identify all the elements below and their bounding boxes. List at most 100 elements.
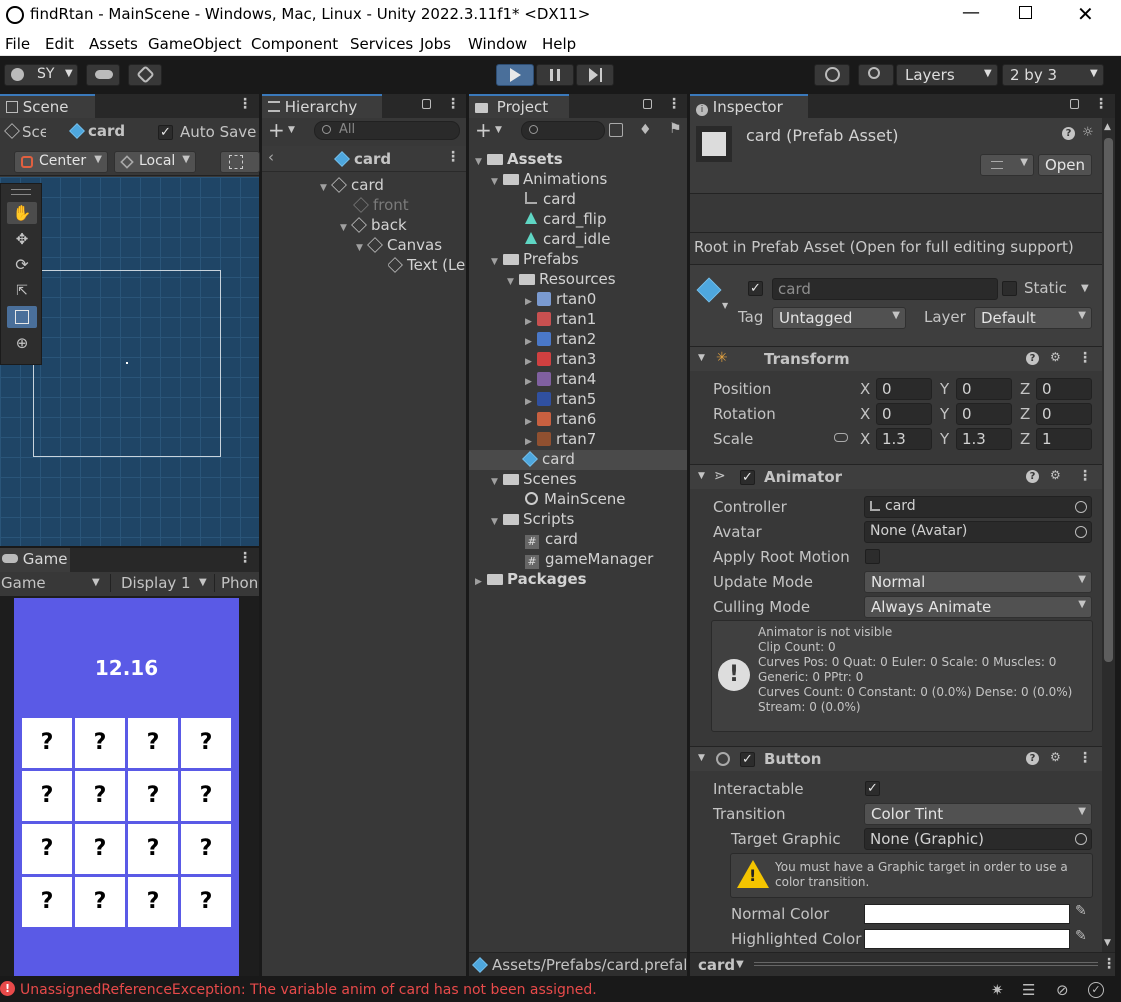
tree-rtan[interactable]: ▶ rtan1 (525, 310, 596, 330)
tab-project[interactable]: Project (469, 94, 569, 118)
space-dropdown[interactable]: Local ▼ (114, 151, 196, 173)
card-tile[interactable]: ? (181, 718, 231, 768)
tab-scene[interactable]: Scene (0, 94, 95, 118)
name-field[interactable]: card (772, 278, 998, 300)
hierarchy-search-input[interactable]: All (314, 121, 460, 140)
chevron-down-icon[interactable]: ▼ (722, 301, 728, 310)
minimize-icon[interactable]: — (962, 2, 980, 23)
preview-resize-handle[interactable] (754, 962, 1098, 966)
card-tile[interactable]: ? (181, 771, 231, 821)
rect-tool-icon[interactable] (7, 306, 37, 328)
scale-tool-icon[interactable]: ⇱ (7, 280, 37, 302)
rot-z-field[interactable]: 0 (1036, 403, 1092, 425)
menu-file[interactable]: File (5, 35, 30, 53)
project-search-input[interactable] (521, 121, 605, 140)
tree-rtan[interactable]: ▶ rtan2 (525, 330, 596, 350)
pause-button[interactable] (536, 64, 574, 86)
cache-icon[interactable]: ☰ (1022, 981, 1035, 999)
collab-button[interactable] (128, 64, 162, 86)
controller-field[interactable]: card (864, 496, 1092, 518)
chevron-down-icon[interactable]: ▼ (495, 125, 502, 135)
card-tile[interactable]: ? (75, 718, 125, 768)
history-button[interactable] (814, 64, 850, 86)
progress-check-icon[interactable]: ✓ (1088, 982, 1104, 998)
layers-dropdown[interactable]: Layers ▼ (896, 64, 998, 86)
tree-rtan[interactable]: ▶ rtan7 (525, 430, 596, 450)
menu-component[interactable]: Component (251, 35, 338, 53)
culling-mode-dropdown[interactable]: Always Animate ▼ (864, 596, 1092, 618)
pos-x-field[interactable]: 0 (876, 378, 932, 400)
preset-icon[interactable]: ⚙ (1050, 350, 1061, 364)
filter-label-icon[interactable]: ♦ (639, 122, 652, 138)
lock-icon[interactable] (1070, 99, 1079, 109)
preset-icon[interactable]: ☼ (1082, 125, 1094, 140)
card-tile[interactable]: ? (22, 877, 72, 927)
lock-icon[interactable] (422, 99, 431, 109)
more-options-icon[interactable]: ⋮ (1094, 96, 1108, 112)
menu-gameobject[interactable]: GameObject (148, 35, 242, 53)
tag-icon[interactable]: ⚑ (669, 121, 682, 137)
menu-assets[interactable]: Assets (89, 35, 138, 53)
display-dropdown[interactable]: Display 1 ▼ (110, 574, 214, 592)
object-picker-icon[interactable] (1075, 526, 1087, 538)
scroll-thumb[interactable] (1104, 138, 1113, 662)
tree-scenes[interactable]: ▼ Scenes (491, 470, 577, 490)
lock-icon[interactable] (643, 99, 652, 109)
transition-dropdown[interactable]: Color Tint ▼ (864, 803, 1092, 825)
tree-rtan[interactable]: ▶ rtan5 (525, 390, 596, 410)
close-icon[interactable]: ✕ (1077, 2, 1094, 26)
card-tile[interactable]: ? (75, 824, 125, 874)
open-button[interactable]: Open (1038, 154, 1092, 176)
scroll-up-icon[interactable]: ▲ (1104, 122, 1111, 132)
cloud-button[interactable] (86, 64, 120, 86)
button-header[interactable]: ▼ ✓ Button ? ⚙ ⋮ (690, 746, 1115, 771)
back-arrow-icon[interactable]: ‹ (268, 148, 274, 166)
scale-x-field[interactable]: 1.3 (876, 428, 932, 450)
menu-jobs[interactable]: Jobs (420, 35, 451, 53)
chevron-down-icon[interactable]: ▼ (1081, 283, 1089, 294)
network-icon[interactable]: ⊘ (1056, 981, 1069, 999)
hierarchy-item-card[interactable]: ▼ card (320, 176, 384, 196)
step-button[interactable] (576, 64, 614, 86)
tree-prefabs[interactable]: ▼ Prefabs (491, 250, 579, 270)
layer-dropdown[interactable]: Default ▼ (974, 307, 1092, 329)
menu-edit[interactable]: Edit (45, 35, 74, 53)
tree-rtan[interactable]: ▶ rtan4 (525, 370, 596, 390)
menu-help[interactable]: Help (542, 35, 576, 53)
hand-tool-icon[interactable]: ✋ (7, 202, 37, 224)
card-tile[interactable]: ? (22, 718, 72, 768)
more-options-icon[interactable]: ⋮ (238, 96, 252, 112)
breadcrumb-prefab[interactable]: card (88, 122, 125, 140)
tree-animations[interactable]: ▼ Animations (491, 170, 607, 190)
preset-icon[interactable]: ⚙ (1050, 468, 1061, 482)
apply-root-motion-checkbox[interactable] (865, 549, 880, 564)
pivot-dropdown[interactable]: Center ▼ (14, 151, 108, 173)
card-tile[interactable]: ? (128, 718, 178, 768)
transform-header[interactable]: ▼ ✳ Transform ? ⚙ ⋮ (690, 346, 1115, 371)
game-view[interactable]: 12.16 ???????????????? (14, 598, 239, 976)
card-tile[interactable]: ? (22, 771, 72, 821)
move-tool-icon[interactable]: ✥ (7, 228, 37, 250)
more-options-icon[interactable]: ⋮ (667, 96, 681, 112)
tree-anim-flip[interactable]: card_flip (525, 210, 607, 230)
button-enabled-checkbox[interactable]: ✓ (740, 752, 755, 767)
maximize-icon[interactable] (1019, 6, 1032, 19)
pos-y-field[interactable]: 0 (956, 378, 1012, 400)
active-checkbox[interactable]: ✓ (748, 281, 763, 296)
tree-resources[interactable]: ▼ Resources (507, 270, 616, 290)
more-options-icon[interactable]: ⋮ (238, 550, 252, 566)
tab-inspector[interactable]: i Inspector (690, 94, 808, 118)
hierarchy-item-front[interactable]: front (353, 196, 409, 216)
hierarchy-item-text[interactable]: Text (Le (388, 256, 466, 276)
more-options-icon[interactable]: ⋮ (1078, 350, 1092, 366)
play-button[interactable] (496, 64, 534, 86)
highlighted-color-swatch[interactable] (864, 929, 1070, 949)
hierarchy-item-back[interactable]: ▼ back (340, 216, 407, 236)
help-icon[interactable]: ? (1026, 752, 1039, 765)
rot-x-field[interactable]: 0 (876, 403, 932, 425)
card-tile[interactable]: ? (128, 771, 178, 821)
static-checkbox[interactable] (1002, 281, 1017, 296)
avatar-field[interactable]: None (Avatar) (864, 521, 1092, 543)
rotate-tool-icon[interactable]: ⟳ (7, 254, 37, 276)
tree-scripts[interactable]: ▼ Scripts (491, 510, 574, 530)
